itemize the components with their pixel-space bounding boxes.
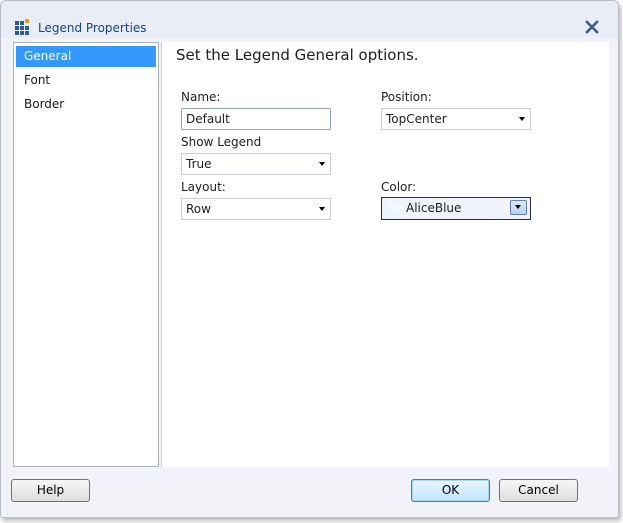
color-dropdown-button[interactable] (510, 200, 527, 215)
color-value: AliceBlue (406, 201, 462, 215)
position-dropdown[interactable]: TopCenter (381, 108, 531, 130)
position-label: Position: (381, 90, 432, 104)
cancel-button[interactable]: Cancel (499, 479, 578, 502)
window-title: Legend Properties (38, 21, 147, 35)
show-legend-dropdown[interactable]: True (181, 153, 331, 175)
nav-item-border[interactable]: Border (16, 94, 156, 115)
show-legend-value: True (186, 157, 212, 171)
chart-grid-icon (15, 19, 29, 35)
chevron-down-icon (519, 117, 525, 121)
name-input[interactable] (181, 108, 331, 130)
category-list: General Font Border (13, 42, 159, 467)
layout-value: Row (186, 202, 211, 216)
color-picker[interactable]: AliceBlue (381, 197, 531, 220)
panel-heading: Set the Legend General options. (176, 46, 419, 64)
ok-button[interactable]: OK (411, 479, 490, 502)
chevron-down-icon (319, 162, 325, 166)
show-legend-label: Show Legend (181, 135, 262, 149)
general-options-panel: Set the Legend General options. Name: Po… (161, 42, 609, 467)
dialog-footer: Help OK Cancel (1, 468, 618, 517)
title-bar[interactable]: Legend Properties (1, 1, 618, 38)
legend-properties-dialog: Legend Properties General Font Border Se… (0, 0, 619, 518)
name-label: Name: (181, 90, 221, 104)
close-icon[interactable] (585, 20, 599, 34)
color-swatch (388, 203, 402, 214)
chevron-down-icon (515, 205, 521, 209)
help-button[interactable]: Help (11, 479, 90, 502)
layout-label: Layout: (181, 180, 226, 194)
color-label: Color: (381, 180, 417, 194)
nav-item-general[interactable]: General (16, 46, 156, 67)
layout-dropdown[interactable]: Row (181, 198, 331, 220)
chevron-down-icon (319, 207, 325, 211)
nav-item-font[interactable]: Font (16, 70, 156, 91)
position-value: TopCenter (386, 112, 447, 126)
